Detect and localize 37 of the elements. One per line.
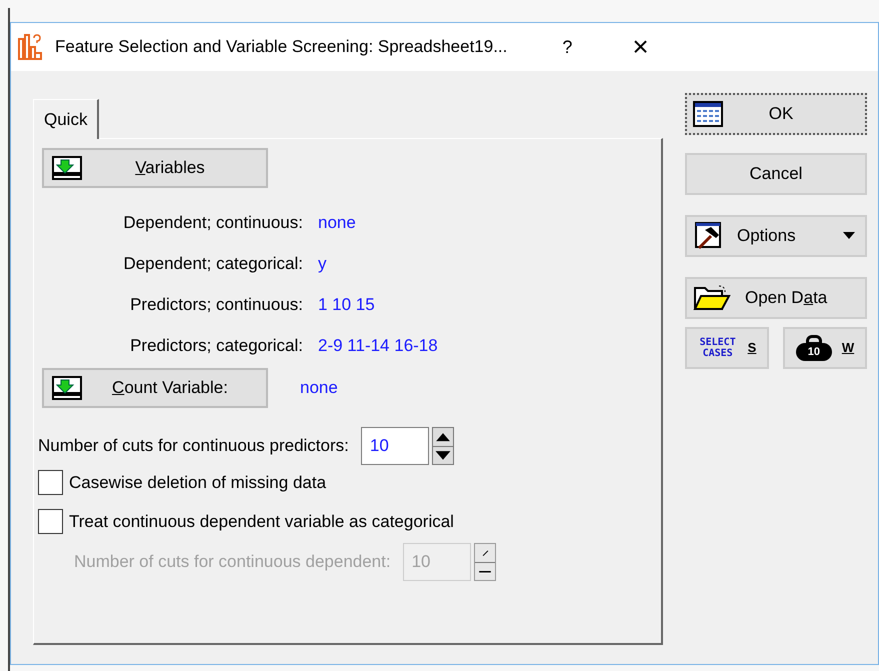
- count-variable-value: none: [300, 377, 338, 400]
- checkbox[interactable]: [38, 470, 63, 496]
- field-value: none: [318, 212, 356, 234]
- window-title: Feature Selection and Variable Screening: Spreadsheet19...: [55, 36, 508, 58]
- options-button[interactable]: Options: [685, 215, 867, 257]
- field-label: Predictors; categorical:: [130, 335, 303, 358]
- field-value: 1 10 15: [318, 294, 375, 316]
- table-icon: [693, 101, 723, 127]
- help-button[interactable]: ?: [562, 34, 572, 60]
- field-label: Dependent; continuous:: [123, 212, 303, 234]
- field-value: y: [318, 253, 326, 276]
- cuts-label: Number of cuts for continuous predictors:: [38, 435, 349, 458]
- checkbox-label: Casewise deletion of missing data: [69, 472, 326, 494]
- field-label: Predictors; continuous:: [130, 294, 303, 316]
- field-value: 2-9 11-14 16-18: [318, 335, 438, 358]
- select-cases-label: SELECT CASES: [698, 337, 737, 359]
- checkbox[interactable]: [38, 508, 63, 534]
- count-variable-button[interactable]: Count Variable:: [42, 368, 268, 408]
- field-label: Dependent; categorical:: [123, 253, 303, 276]
- select-cases-button[interactable]: SELECT CASES S: [685, 327, 769, 369]
- cancel-button[interactable]: Cancel: [685, 153, 867, 195]
- folder-icon: [693, 284, 731, 312]
- checkbox-label: Treat continuous dependent variable as categorical: [69, 510, 454, 532]
- close-button[interactable]: ×: [632, 33, 649, 61]
- weight-button[interactable]: 10 W: [783, 327, 867, 369]
- variables-icon: [52, 156, 82, 180]
- variables-button[interactable]: Variables: [42, 148, 268, 188]
- app-icon: [17, 33, 43, 61]
- dropdown-icon: [843, 232, 855, 240]
- open-data-button[interactable]: Open Data: [685, 277, 867, 319]
- cuts-field[interactable]: 10: [360, 427, 429, 465]
- variables-icon: [52, 376, 82, 400]
- spin-buttons[interactable]: [432, 427, 454, 465]
- dependent-cuts-label: Number of cuts for continuous dependent:: [74, 551, 391, 574]
- hammer-icon: [693, 221, 723, 251]
- ok-button[interactable]: OK: [685, 93, 867, 135]
- tab[interactable]: Quick: [33, 99, 100, 139]
